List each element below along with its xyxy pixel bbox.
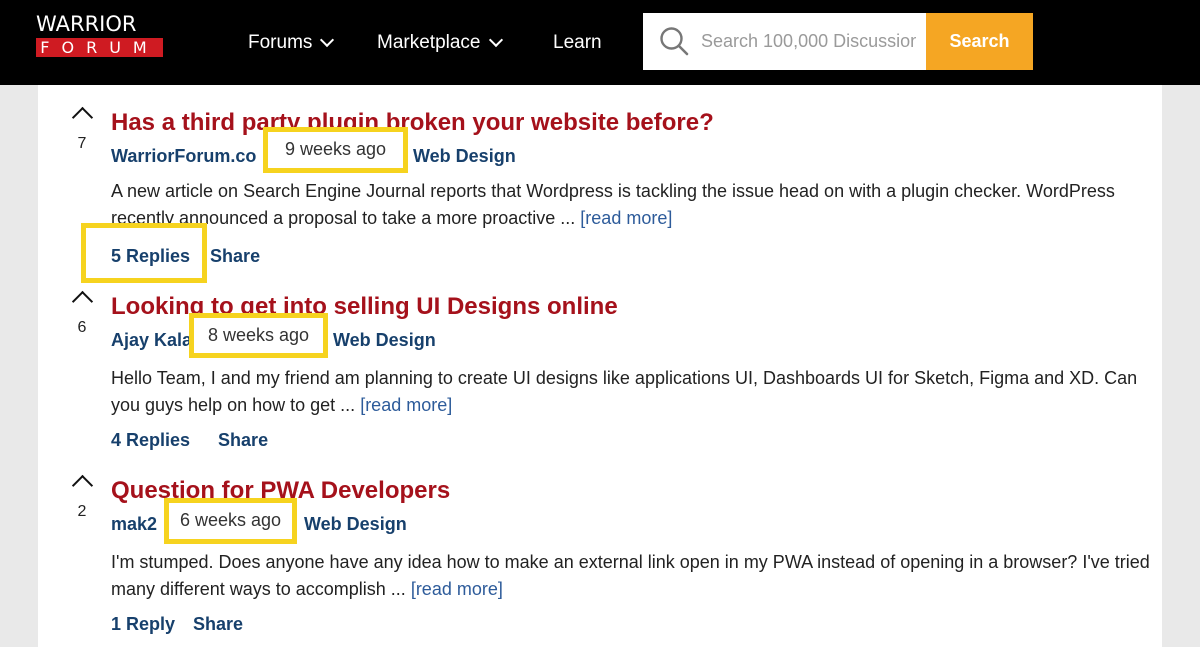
post-time-highlight: 8 weeks ago bbox=[189, 313, 328, 358]
post-excerpt-text: I'm stumped. Does anyone have any idea h… bbox=[111, 552, 1150, 599]
post-meta-category: Web Design bbox=[413, 146, 516, 167]
replies-link[interactable]: 1 Reply bbox=[111, 614, 175, 634]
replies-highlight bbox=[81, 223, 207, 283]
post-author[interactable]: Ajay Kala bbox=[111, 330, 192, 350]
vote-widget: 6 bbox=[68, 290, 96, 337]
replies-link[interactable]: 4 Replies bbox=[111, 430, 190, 450]
nav-item-forums[interactable]: Forums bbox=[248, 30, 335, 56]
post-excerpt-text: Hello Team, I and my friend am planning … bbox=[111, 368, 1138, 415]
post-time: 9 weeks ago bbox=[284, 139, 387, 159]
post-time-highlight: 6 weeks ago bbox=[164, 498, 297, 544]
post-author[interactable]: mak2 bbox=[111, 514, 157, 534]
post-meta: Ajay Kala bbox=[111, 330, 192, 351]
vote-count: 6 bbox=[77, 319, 87, 336]
post-category[interactable]: Web Design bbox=[304, 514, 407, 534]
nav-forums-label: Forums bbox=[248, 32, 313, 53]
vote-widget: 2 bbox=[68, 474, 96, 521]
logo-bottom-text: FORUM bbox=[36, 38, 163, 57]
search-box bbox=[643, 13, 926, 70]
logo-top-text: WARRIOR bbox=[36, 12, 137, 36]
nav-learn-label: Learn bbox=[553, 32, 602, 53]
share-link[interactable]: Share bbox=[218, 430, 268, 450]
post-category[interactable]: Web Design bbox=[413, 146, 516, 166]
chevron-down-icon bbox=[488, 32, 503, 48]
search-button[interactable]: Search bbox=[926, 13, 1033, 70]
post-actions: 4 Replies Share bbox=[111, 430, 268, 451]
post-time: 6 weeks ago bbox=[179, 510, 282, 530]
post-meta: WarriorForum.co bbox=[111, 146, 256, 167]
read-more-link[interactable]: [read more] bbox=[411, 579, 503, 599]
vote-widget: 7 bbox=[68, 106, 96, 153]
post-title[interactable]: Has a third party plugin broken your web… bbox=[111, 109, 714, 137]
nav-item-learn[interactable]: Learn bbox=[553, 30, 602, 56]
search-input[interactable] bbox=[701, 27, 916, 55]
vote-count: 7 bbox=[77, 135, 87, 152]
search-icon bbox=[660, 27, 689, 56]
upvote-arrow-icon[interactable] bbox=[71, 474, 93, 497]
share-link[interactable]: Share bbox=[193, 614, 243, 634]
post-meta-category: Web Design bbox=[304, 514, 407, 535]
read-more-link[interactable]: [read more] bbox=[360, 395, 452, 415]
post-meta: mak2 bbox=[111, 514, 157, 535]
discussion-list: 7 Has a third party plugin broken your w… bbox=[38, 85, 1162, 647]
warrior-forum-logo[interactable]: WARRIOR FORUM bbox=[36, 13, 166, 61]
post-time-highlight: 9 weeks ago bbox=[263, 127, 408, 173]
share-link[interactable]: Share bbox=[210, 246, 260, 266]
post-excerpt: A new article on Search Engine Journal r… bbox=[111, 178, 1151, 232]
upvote-arrow-icon[interactable] bbox=[71, 106, 93, 129]
upvote-arrow-icon[interactable] bbox=[71, 290, 93, 313]
post-time: 8 weeks ago bbox=[207, 325, 310, 345]
nav-marketplace-label: Marketplace bbox=[377, 32, 481, 53]
post-title[interactable]: Looking to get into selling UI Designs o… bbox=[111, 293, 618, 321]
read-more-link[interactable]: [read more] bbox=[580, 208, 672, 228]
top-navigation-bar: WARRIOR FORUM Forums Marketplace Learn S… bbox=[0, 0, 1200, 85]
post-meta-category: Web Design bbox=[333, 330, 436, 351]
vote-count: 2 bbox=[77, 503, 87, 520]
post-excerpt: Hello Team, I and my friend am planning … bbox=[111, 365, 1151, 419]
post-actions: 1 Reply Share bbox=[111, 614, 243, 635]
nav-item-marketplace[interactable]: Marketplace bbox=[377, 30, 503, 56]
post-excerpt: I'm stumped. Does anyone have any idea h… bbox=[111, 549, 1151, 603]
post-author[interactable]: WarriorForum.co bbox=[111, 146, 256, 166]
post-category[interactable]: Web Design bbox=[333, 330, 436, 350]
chevron-down-icon bbox=[320, 32, 335, 48]
